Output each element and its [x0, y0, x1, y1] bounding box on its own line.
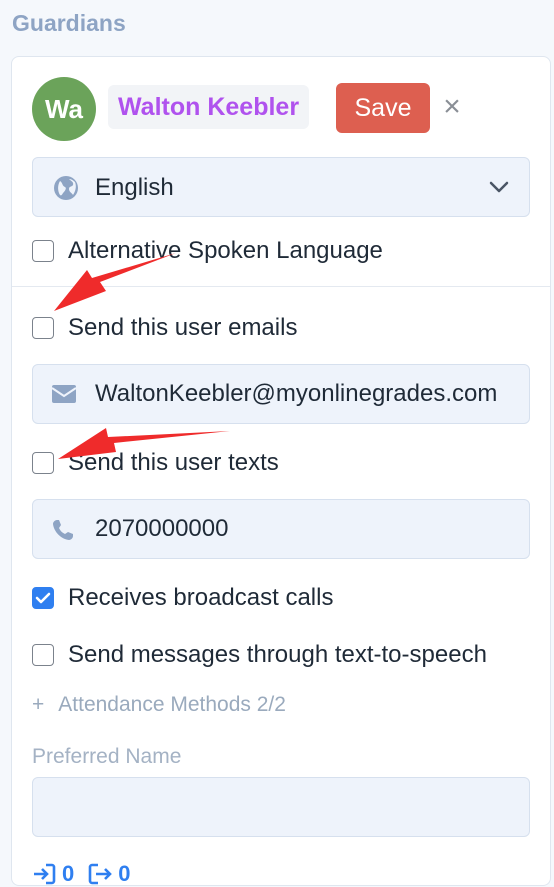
attendance-methods-toggle[interactable]: + Attendance Methods 2/2: [32, 693, 286, 717]
bottom-counts: 0 0: [32, 861, 145, 887]
login-count: 0: [62, 861, 75, 886]
tts-row[interactable]: Send messages through text-to-speech: [32, 641, 487, 669]
phone-icon: [53, 520, 73, 540]
broadcast-row[interactable]: Receives broadcast calls: [32, 584, 333, 612]
preferred-name-label: Preferred Name: [32, 745, 182, 768]
envelope-icon: [51, 385, 77, 403]
email-field[interactable]: WaltonKeebler@myonlinegrades.com: [32, 364, 530, 424]
attendance-methods-label: Attendance Methods 2/2: [58, 693, 286, 716]
globe-icon: [54, 176, 78, 200]
broadcast-checkbox[interactable]: [32, 587, 54, 609]
preferred-name-input[interactable]: [32, 777, 530, 837]
email-value: WaltonKeebler@myonlinegrades.com: [95, 380, 498, 407]
avatar: Wa: [32, 77, 96, 141]
login-icon[interactable]: [32, 863, 56, 885]
send-texts-label: Send this user texts: [68, 449, 279, 476]
phone-value: 2070000000: [95, 515, 229, 542]
send-texts-checkbox[interactable]: [32, 452, 54, 474]
broadcast-label: Receives broadcast calls: [68, 584, 334, 611]
alt-language-checkbox[interactable]: [32, 240, 54, 262]
language-select[interactable]: English: [32, 157, 530, 217]
chevron-down-icon: [489, 181, 509, 193]
logout-count: 0: [118, 861, 131, 886]
tts-label: Send messages through text-to-speech: [68, 641, 487, 668]
save-button[interactable]: Save: [336, 83, 430, 133]
close-icon[interactable]: ×: [440, 89, 464, 125]
logout-icon[interactable]: [88, 863, 113, 885]
guardian-name[interactable]: Walton Keebler: [108, 85, 310, 129]
send-emails-checkbox[interactable]: [32, 317, 54, 339]
language-value: English: [95, 174, 174, 201]
section-title: Guardians: [12, 10, 126, 36]
check-icon: [35, 592, 51, 604]
tts-checkbox[interactable]: [32, 644, 54, 666]
send-emails-label: Send this user emails: [68, 314, 298, 341]
send-emails-row[interactable]: Send this user emails: [32, 314, 297, 342]
send-texts-row[interactable]: Send this user texts: [32, 449, 279, 477]
guardian-card: Wa Walton Keebler Save × English Alterna…: [11, 56, 551, 886]
plus-icon: +: [32, 693, 45, 716]
alt-language-label: Alternative Spoken Language: [68, 237, 383, 264]
divider: [12, 286, 550, 287]
alt-language-row[interactable]: Alternative Spoken Language: [32, 237, 383, 265]
phone-field[interactable]: 2070000000: [32, 499, 530, 559]
